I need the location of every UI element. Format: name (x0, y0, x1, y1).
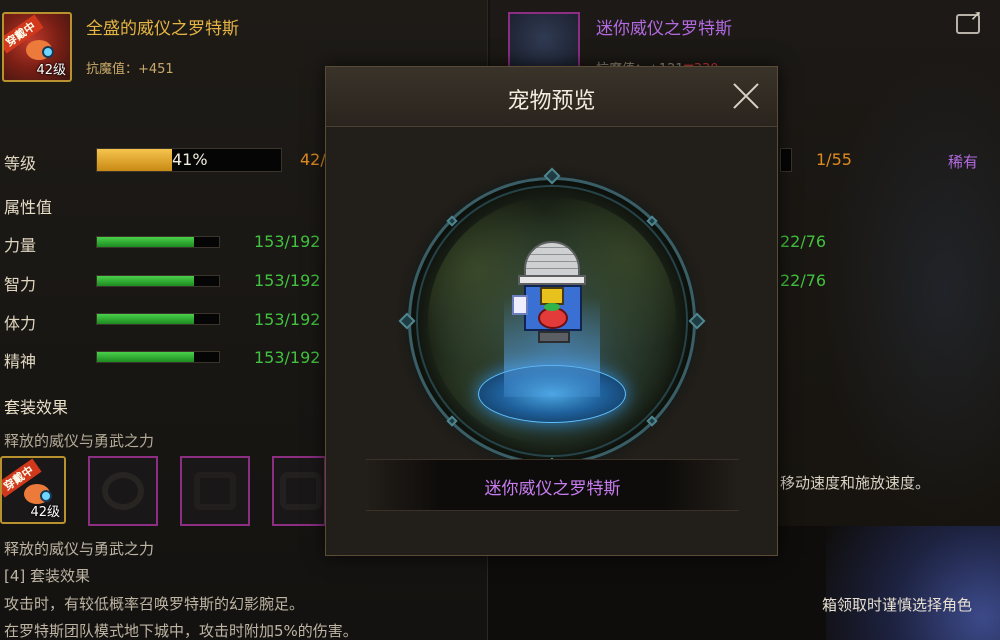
rarity-tag: 稀有 (948, 153, 979, 171)
pet-preview-dialog: 宠物预览 迷你威仪之罗特斯 (325, 66, 778, 556)
stat-label-strength: 力量 (4, 236, 37, 255)
stat-bar-strength (96, 236, 220, 248)
bottom-banner-art (826, 526, 1000, 640)
stat-label-spirit: 精神 (4, 352, 37, 371)
dialog-header: 宠物预览 (326, 67, 777, 127)
set-slot-3[interactable] (180, 456, 250, 526)
compare-stat-value-intelligence: 22/76 (780, 271, 827, 290)
pet-preview-stage (398, 167, 706, 475)
set-slot-2[interactable] (88, 456, 158, 526)
set-slot-4[interactable] (272, 456, 326, 526)
stat-label-vitality: 体力 (4, 314, 37, 333)
background-art (820, 60, 1000, 520)
stat-label-intelligence: 智力 (4, 275, 37, 294)
set-desc-line-4: 在罗特斯团队模式地下城中，攻击时附加5%的伤害。 (4, 622, 358, 640)
gear-piece-icon (194, 472, 236, 510)
set-desc-line-1: 释放的威仪与勇武之力 (4, 540, 155, 558)
pet-helmet (524, 241, 580, 277)
stat-bar-intelligence (96, 275, 220, 287)
ring-icon (102, 472, 144, 510)
stat-fill-vitality (97, 314, 195, 324)
pet-eye-icon (42, 46, 54, 58)
stat-fill-intelligence (97, 276, 195, 286)
attributes-title: 属性值 (4, 198, 53, 217)
pet-leaf (544, 303, 560, 311)
compare-pet-name: 迷你威仪之罗特斯 (596, 19, 732, 39)
stat-value-strength: 153/192 (254, 232, 321, 251)
level-count: 42/ (300, 150, 326, 169)
set-name: 释放的威仪与勇武之力 (4, 432, 155, 450)
pet-level: 42级 (36, 63, 66, 78)
pet-fin (512, 295, 528, 315)
current-pet-name: 全盛的威仪之罗特斯 (86, 19, 239, 39)
compare-level-count: 1/55 (816, 150, 852, 169)
share-icon[interactable] (956, 8, 982, 34)
stat-value-intelligence: 153/192 (254, 271, 321, 290)
set-desc-line-2: [4] 套装效果 (4, 567, 91, 585)
level-percent: 41% (172, 150, 208, 169)
pet-sprite (512, 241, 592, 349)
current-resist-value: 抗魔值：+451 (86, 62, 174, 77)
pet-base (538, 331, 570, 343)
bottom-banner-text: 箱领取时谨慎选择角色 (822, 596, 973, 614)
stat-fill-spirit (97, 352, 195, 362)
current-pet-icon[interactable]: 穿戴中 42级 (2, 12, 72, 82)
set-slot-1[interactable]: 穿戴中 42级 (0, 456, 66, 524)
stat-value-vitality: 153/192 (254, 310, 321, 329)
level-label: 等级 (4, 154, 37, 173)
set-slot-level: 42级 (30, 505, 60, 520)
preview-pet-name: 迷你威仪之罗特斯 (484, 479, 621, 499)
stat-bar-vitality (96, 313, 220, 325)
set-effect-title: 套装效果 (4, 398, 69, 417)
stat-bar-spirit (96, 351, 220, 363)
level-progress-fill (97, 149, 173, 171)
pet-helmet-brim (518, 275, 586, 285)
set-desc-line-3: 攻击时，有较低概率召唤罗特斯的幻影腕足。 (4, 595, 305, 613)
pet-name-banner: 迷你威仪之罗特斯 (366, 459, 739, 511)
close-icon[interactable] (731, 81, 761, 111)
compare-stat-value-strength: 22/76 (780, 232, 827, 251)
stat-fill-strength (97, 237, 195, 247)
dialog-title: 宠物预览 (507, 89, 596, 114)
stat-value-spirit: 153/192 (254, 348, 321, 367)
compare-set-desc: 、移动速度和施放速度。 (765, 474, 931, 492)
compare-level-bar-end (780, 148, 792, 172)
boots-icon (280, 472, 322, 510)
